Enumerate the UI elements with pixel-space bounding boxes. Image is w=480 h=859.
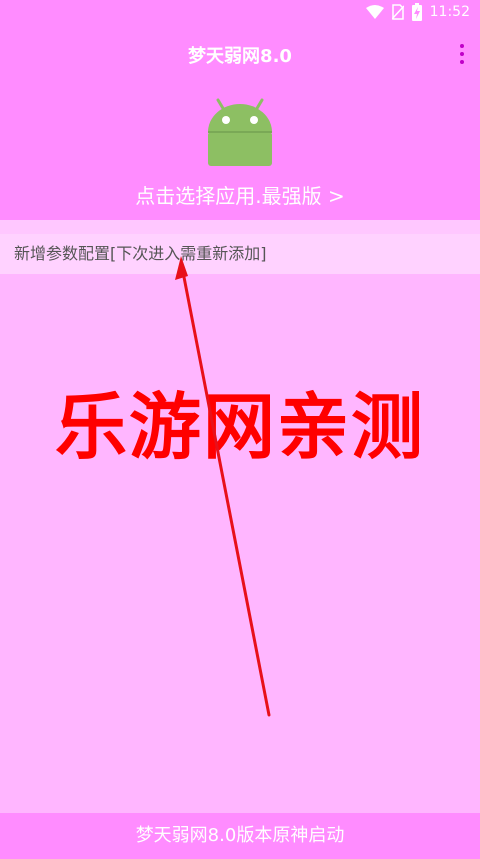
watermark-text: 乐游网亲测: [54, 385, 425, 469]
app-select-panel[interactable]: 点击选择应用.最强版 >: [0, 80, 480, 220]
battery-charging-icon: [411, 3, 422, 21]
wifi-icon: [365, 5, 384, 19]
more-options-icon[interactable]: [458, 44, 466, 64]
app-title: 梦天弱网8.0: [188, 46, 292, 67]
status-time: 11:52: [429, 4, 470, 20]
status-bar: 11:52: [0, 0, 480, 24]
select-app-button[interactable]: 点击选择应用.最强版 >: [0, 180, 480, 209]
add-config-item[interactable]: 新增参数配置[下次进入需重新添加]: [0, 234, 480, 274]
app-bar: 梦天弱网8.0: [0, 24, 480, 80]
android-icon[interactable]: [206, 98, 274, 166]
divider: [0, 220, 480, 234]
launch-button[interactable]: 梦天弱网8.0版本原神启动: [0, 813, 480, 859]
no-sim-icon: [391, 4, 404, 20]
